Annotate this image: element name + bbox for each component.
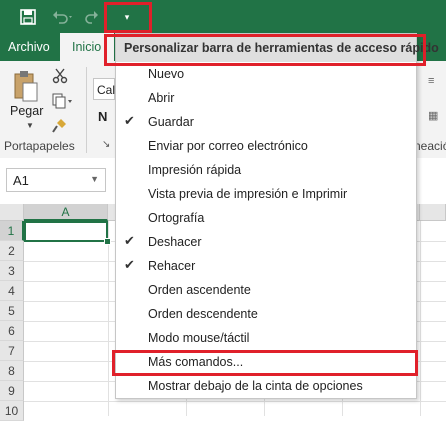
- save-button[interactable]: [18, 6, 38, 28]
- menu-item[interactable]: ✔ Deshacer: [116, 230, 416, 254]
- row-header[interactable]: 2: [0, 241, 24, 261]
- column-header-a[interactable]: A: [24, 204, 108, 221]
- tab-archivo[interactable]: Archivo: [8, 33, 50, 61]
- row-header[interactable]: 10: [0, 401, 24, 421]
- paste-label: Pegar: [10, 104, 44, 118]
- save-icon: [20, 9, 36, 25]
- grid-line: [420, 221, 421, 416]
- menu-item-label: Abrir: [148, 91, 175, 105]
- bold-button[interactable]: N: [98, 109, 107, 124]
- menu-item[interactable]: Modo mouse/táctil: [116, 326, 416, 350]
- column-header[interactable]: [420, 204, 446, 221]
- row-header[interactable]: 8: [0, 361, 24, 381]
- menu-item-label: Ortografía: [148, 211, 205, 225]
- menu-item-label: Orden ascendente: [148, 283, 251, 297]
- redo-button[interactable]: [82, 6, 102, 28]
- menu-item-label: Guardar: [148, 115, 194, 129]
- menu-item[interactable]: Vista previa de impresión e Imprimir: [116, 182, 416, 206]
- menu-item[interactable]: Mostrar debajo de la cinta de opciones: [116, 374, 416, 398]
- paste-icon: [14, 71, 38, 102]
- menu-item-label: Vista previa de impresión e Imprimir: [148, 187, 348, 201]
- menu-item[interactable]: Enviar por correo electrónico: [116, 134, 416, 158]
- select-all-corner[interactable]: [0, 204, 24, 221]
- format-icon[interactable]: ▦: [428, 109, 438, 122]
- check-icon: ✔: [124, 257, 135, 272]
- clipboard-group-label: Portapapeles: [4, 139, 75, 153]
- menu-item-label: Más comandos...: [148, 355, 244, 369]
- check-icon: ✔: [124, 113, 135, 128]
- quick-access-toolbar: ▾: [0, 0, 446, 33]
- row-header[interactable]: 1: [0, 221, 24, 241]
- menu-item-label: Rehacer: [148, 259, 196, 273]
- tab-inicio[interactable]: Inicio: [60, 33, 114, 61]
- menu-item-label: Modo mouse/táctil: [148, 331, 250, 345]
- menu-item-label: Nuevo: [148, 67, 185, 81]
- paste-dropdown-icon[interactable]: ▼: [26, 121, 34, 130]
- copy-icon[interactable]: [52, 93, 74, 109]
- customize-qat-menu: Personalizar barra de herramientas de ac…: [115, 33, 439, 399]
- redo-icon: [85, 11, 98, 24]
- customize-qat-button[interactable]: ▾: [114, 8, 140, 26]
- row-header[interactable]: 7: [0, 341, 24, 361]
- paste-button[interactable]: [8, 67, 44, 127]
- name-box-dropdown-icon[interactable]: ▼: [90, 174, 99, 184]
- check-icon: ✔: [124, 233, 135, 248]
- alignment-group-label: neació: [414, 139, 446, 153]
- menu-item[interactable]: ✔ Rehacer: [116, 254, 416, 278]
- menu-item[interactable]: Ortografía: [116, 206, 416, 230]
- name-box-value: A1: [13, 173, 29, 188]
- menu-title: Personalizar barra de herramientas de ac…: [116, 34, 439, 62]
- row-header[interactable]: 4: [0, 281, 24, 301]
- menu-item[interactable]: Más comandos...: [116, 350, 416, 374]
- menu-item-label: Orden descendente: [148, 307, 258, 321]
- grid-line: [24, 401, 446, 402]
- menu-item[interactable]: Orden descendente: [116, 302, 416, 326]
- clipboard-launcher-icon[interactable]: ↘: [102, 139, 110, 150]
- format-painter-icon[interactable]: [52, 117, 68, 133]
- fill-handle[interactable]: [104, 238, 111, 245]
- menu-item-label: Enviar por correo electrónico: [148, 139, 308, 153]
- row-header[interactable]: 6: [0, 321, 24, 341]
- row-header[interactable]: 3: [0, 261, 24, 281]
- cut-icon[interactable]: [52, 68, 68, 84]
- menu-item[interactable]: Impresión rápida: [116, 158, 416, 182]
- menu-item[interactable]: ✔ Guardar: [116, 110, 416, 134]
- undo-button[interactable]: [50, 6, 76, 28]
- undo-icon: [53, 11, 72, 24]
- customize-qat-icon: ▾: [124, 11, 130, 22]
- menu-item-label: Mostrar debajo de la cinta de opciones: [148, 379, 363, 393]
- menu-item[interactable]: Nuevo: [116, 62, 416, 86]
- menu-item[interactable]: Abrir: [116, 86, 416, 110]
- active-cell-a1[interactable]: [24, 221, 108, 242]
- group-divider: [86, 67, 87, 153]
- menu-item[interactable]: Orden ascendente: [116, 278, 416, 302]
- row-header[interactable]: 5: [0, 301, 24, 321]
- row-header[interactable]: 9: [0, 381, 24, 401]
- wrap-text-icon[interactable]: ≡: [428, 75, 434, 87]
- menu-item-label: Deshacer: [148, 235, 202, 249]
- menu-item-label: Impresión rápida: [148, 163, 242, 177]
- grid-line: [108, 221, 109, 416]
- font-name-box[interactable]: Cal: [93, 78, 115, 100]
- name-box[interactable]: A1 ▼: [6, 168, 106, 192]
